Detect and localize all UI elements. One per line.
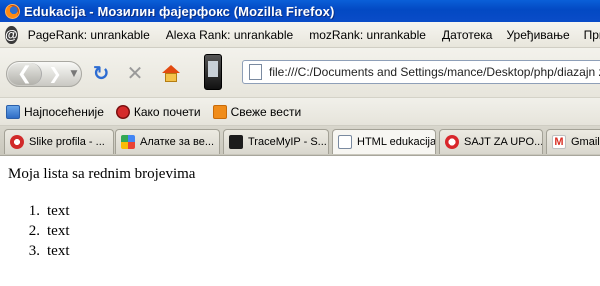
tab-html-edukacija[interactable]: HTML edukacija (332, 129, 436, 154)
forward-button[interactable]: ❯ (45, 64, 65, 84)
list-item-text: text (47, 203, 70, 219)
tab-slike-profila[interactable]: Slike profila - ... (4, 129, 114, 154)
google-icon (121, 135, 135, 149)
tab-google-tools[interactable]: Алатке за ве... (115, 129, 220, 154)
back-forward-group: ❮ ❯ ▼ (6, 61, 82, 87)
page-heading: Moja lista sa rednim brojevima (8, 166, 196, 182)
stop-icon[interactable]: ✕ (124, 62, 146, 84)
slike-icon (10, 135, 24, 149)
tab-label: TraceMyIP - S... (248, 136, 327, 148)
bookmark-getting-started[interactable]: Како почети (115, 104, 201, 119)
history-dropdown-icon[interactable]: ▼ (69, 67, 79, 81)
heart-icon (445, 135, 459, 149)
mobile-phone-icon[interactable] (204, 54, 222, 90)
list-item: 2. text (20, 221, 70, 241)
menu-view[interactable]: Приказ (582, 28, 600, 42)
address-bar[interactable]: file:///C:/Documents and Settings/mance/… (242, 60, 600, 84)
phone-screen (208, 61, 218, 77)
window-title: Edukacija - Мозилин фајерфокс (Mozilla F… (24, 3, 335, 19)
home-roof (162, 65, 180, 73)
seoquake-icon[interactable]: @ (5, 25, 18, 44)
list-item-number: 3. (28, 243, 40, 259)
tab-strip: Slike profila - ... Алатке за ве... Trac… (0, 126, 600, 156)
ordered-list: 1. text 2. text 3. text (20, 201, 70, 261)
list-item-number: 1. (28, 203, 40, 219)
pagerank-item[interactable]: PageRank: unrankable (26, 28, 152, 42)
alexa-rank-item[interactable]: Alexa Rank: unrankable (164, 28, 295, 42)
page-content: Moja lista sa rednim brojevima 1. text 2.… (0, 157, 600, 286)
bookmark-label: Најпосећеније (24, 104, 104, 119)
back-button[interactable]: ❮ (8, 63, 42, 85)
page-icon (338, 135, 352, 149)
mozrank-item[interactable]: mozRank: unrankable (307, 28, 428, 42)
tab-sajt-za-upo[interactable]: SAJT ZA UPO... (439, 129, 543, 154)
firefox-logo-icon (5, 3, 20, 19)
bookmark-label: Свеже вести (230, 104, 302, 119)
home-body (165, 73, 177, 82)
reload-icon[interactable]: ↻ (90, 62, 112, 84)
tracemyip-icon (229, 135, 243, 149)
bookmark-label: Како почети (133, 104, 201, 119)
tab-tracemyip[interactable]: TraceMyIP - S... (223, 129, 329, 154)
tab-label: Gmail (571, 136, 600, 148)
page-icon (249, 64, 262, 80)
url-text[interactable]: file:///C:/Documents and Settings/mance/… (269, 65, 600, 79)
navigation-toolbar: ❮ ❯ ▼ ↻ ✕ file:///C:/Documents and Setti… (0, 48, 600, 98)
list-item: 1. text (20, 201, 70, 221)
tab-label: HTML edukacija (357, 136, 436, 148)
bookmarks-toolbar: Најпосећеније Како почети Свеже вести (0, 98, 600, 126)
list-item-text: text (47, 243, 70, 259)
bookmark-most-visited[interactable]: Најпосећеније (6, 104, 104, 119)
list-item-text: text (47, 223, 70, 239)
menu-file[interactable]: Датотека (440, 28, 495, 42)
home-icon[interactable] (160, 62, 182, 84)
tab-label: Slike profila - ... (29, 136, 105, 148)
list-item-number: 2. (28, 223, 40, 239)
seo-toolbar: @ PageRank: unrankable Alexa Rank: unran… (0, 22, 600, 48)
tab-label: Алатке за ве... (140, 136, 215, 148)
tab-label: SAJT ZA UPO... (464, 136, 543, 148)
rss-feed-icon (212, 104, 227, 119)
most-visited-icon (6, 104, 20, 119)
list-item: 3. text (20, 241, 70, 261)
getting-started-icon (115, 104, 130, 119)
bookmark-latest-headlines[interactable]: Свеже вести (212, 104, 302, 119)
menu-edit[interactable]: Уређивање (504, 28, 571, 42)
window-title-bar[interactable]: Edukacija - Мозилин фајерфокс (Mozilla F… (0, 0, 600, 22)
tab-gmail[interactable]: M Gmail (546, 129, 600, 154)
gmail-icon: M (552, 135, 566, 149)
